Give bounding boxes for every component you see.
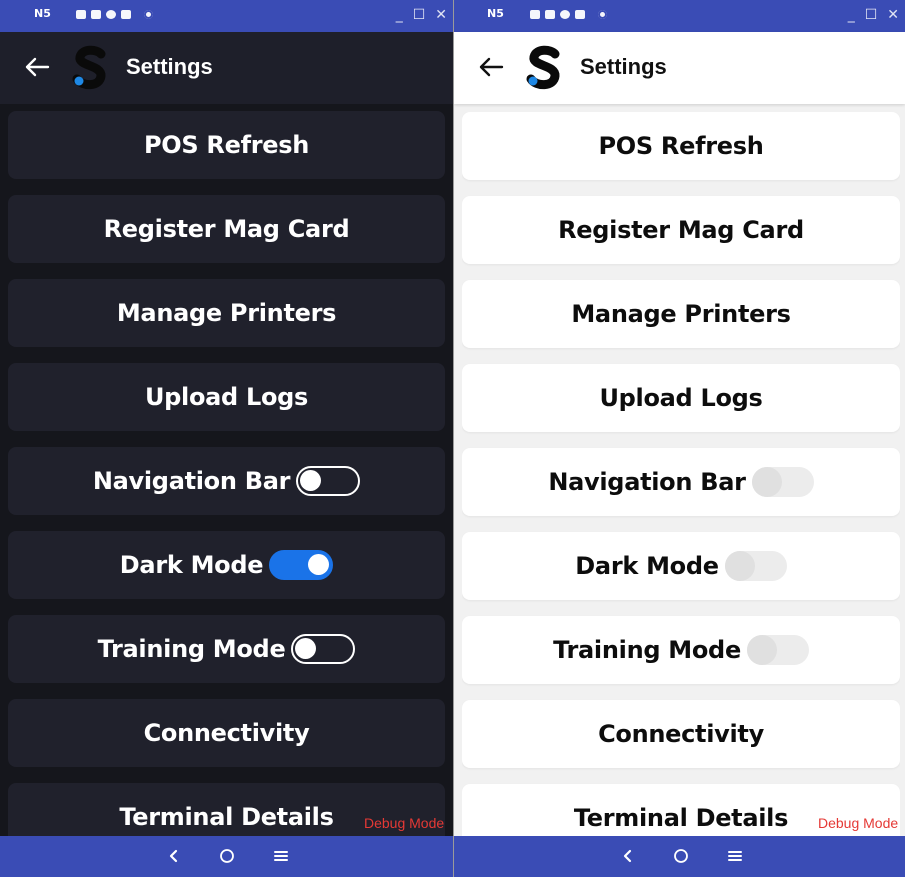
page-title: Settings [126, 54, 213, 79]
dark-mode-toggle[interactable] [269, 550, 334, 580]
s-logo-icon [526, 45, 560, 90]
item-label: Dark Mode [575, 552, 719, 580]
upload-logs-button[interactable]: Upload Logs [462, 364, 900, 432]
item-label: Manage Printers [571, 300, 791, 328]
headset-icon[interactable] [106, 10, 116, 19]
item-label: Manage Printers [116, 299, 337, 327]
training-mode-toggle[interactable] [291, 634, 356, 664]
video-icon[interactable] [545, 10, 555, 19]
item-label: POS Refresh [143, 131, 310, 159]
item-label: POS Refresh [598, 132, 764, 160]
bottom-nav-bar [454, 836, 905, 877]
debug-mode-label: Debug Mode [818, 815, 899, 831]
item-label: Navigation Bar [92, 467, 291, 495]
toggle-knob [295, 638, 317, 659]
training-mode-row: Training Mode [462, 616, 900, 684]
app-header: Settings [454, 32, 905, 104]
training-mode-toggle[interactable] [746, 635, 809, 665]
camera-icon[interactable] [76, 10, 86, 19]
upload-logs-button[interactable]: Upload Logs [8, 363, 445, 431]
bottom-nav-bar [0, 836, 453, 877]
chevron-left-icon[interactable] [618, 846, 638, 866]
maximize-button[interactable]: ☐ [865, 8, 878, 22]
item-label: Register Mag Card [103, 215, 350, 243]
manage-printers-button[interactable]: Manage Printers [8, 279, 445, 347]
settings-list: POS Refresh Register Mag Card Manage Pri… [8, 111, 445, 836]
close-button[interactable]: ✕ [887, 8, 899, 22]
item-label: Connectivity [598, 720, 764, 748]
dark-mode-toggle[interactable] [724, 551, 787, 581]
connectivity-button[interactable]: Connectivity [462, 700, 900, 768]
dark-mode-row: Dark Mode [462, 532, 900, 600]
minimize-button[interactable]: _ [848, 8, 855, 22]
item-label: Upload Logs [144, 383, 309, 411]
video-icon[interactable] [91, 10, 101, 19]
s-logo-icon [72, 45, 106, 90]
navigation-bar-toggle[interactable] [751, 467, 814, 497]
toggle-knob [300, 470, 322, 491]
window-title-bar: N5 _ ☐ ✕ [0, 0, 453, 32]
window-title-bar: N5 _ ☐ ✕ [454, 0, 905, 32]
item-label: Terminal Details [573, 804, 789, 832]
item-label: Connectivity [143, 719, 310, 747]
window-toolbar [530, 10, 607, 19]
dark-mode-row: Dark Mode [8, 531, 445, 599]
circle-home-icon[interactable] [671, 846, 691, 866]
chevron-left-icon[interactable] [164, 846, 184, 866]
manage-printers-button[interactable]: Manage Printers [462, 280, 900, 348]
gear-icon[interactable] [598, 10, 607, 19]
item-label: Training Mode [97, 635, 286, 663]
device-label: N5 [487, 7, 504, 20]
back-arrow-icon[interactable] [22, 52, 52, 82]
pos-refresh-button[interactable]: POS Refresh [8, 111, 445, 179]
maximize-button[interactable]: ☐ [413, 8, 426, 22]
hamburger-menu-icon[interactable] [271, 846, 291, 866]
headset-icon[interactable] [560, 10, 570, 19]
back-arrow-icon[interactable] [476, 52, 506, 82]
training-mode-row: Training Mode [8, 615, 445, 683]
toggle-knob [308, 554, 330, 575]
fullscreen-icon[interactable] [575, 10, 585, 19]
register-mag-card-button[interactable]: Register Mag Card [8, 195, 445, 263]
minimize-button[interactable]: _ [396, 8, 403, 22]
fullscreen-icon[interactable] [121, 10, 131, 19]
gear-icon[interactable] [144, 10, 153, 19]
window-controls: _ ☐ ✕ [848, 8, 899, 22]
toggle-knob [746, 635, 777, 665]
pos-refresh-button[interactable]: POS Refresh [462, 112, 900, 180]
light-mode-screen: N5 _ ☐ ✕ Settings POS Refresh Register M… [454, 0, 905, 877]
window-controls: _ ☐ ✕ [396, 8, 447, 22]
window-toolbar [76, 10, 153, 19]
close-button[interactable]: ✕ [435, 8, 447, 22]
item-label: Terminal Details [119, 803, 334, 831]
toggle-knob [751, 467, 782, 497]
item-label: Register Mag Card [558, 216, 804, 244]
navigation-bar-row: Navigation Bar [462, 448, 900, 516]
item-label: Dark Mode [119, 551, 264, 579]
camera-icon[interactable] [530, 10, 540, 19]
page-title: Settings [580, 54, 667, 79]
app-header: Settings [0, 32, 453, 104]
toggle-knob [724, 551, 755, 581]
item-label: Training Mode [553, 636, 741, 664]
debug-mode-label: Debug Mode [364, 815, 445, 831]
hamburger-menu-icon[interactable] [725, 846, 745, 866]
item-label: Upload Logs [599, 384, 763, 412]
navigation-bar-row: Navigation Bar [8, 447, 445, 515]
item-label: Navigation Bar [548, 468, 746, 496]
navigation-bar-toggle[interactable] [296, 466, 361, 496]
device-label: N5 [34, 7, 51, 20]
register-mag-card-button[interactable]: Register Mag Card [462, 196, 900, 264]
settings-list: POS Refresh Register Mag Card Manage Pri… [462, 112, 900, 837]
circle-home-icon[interactable] [217, 846, 237, 866]
connectivity-button[interactable]: Connectivity [8, 699, 445, 767]
dark-mode-screen: N5 _ ☐ ✕ Settings POS Refresh Register M… [0, 0, 453, 877]
